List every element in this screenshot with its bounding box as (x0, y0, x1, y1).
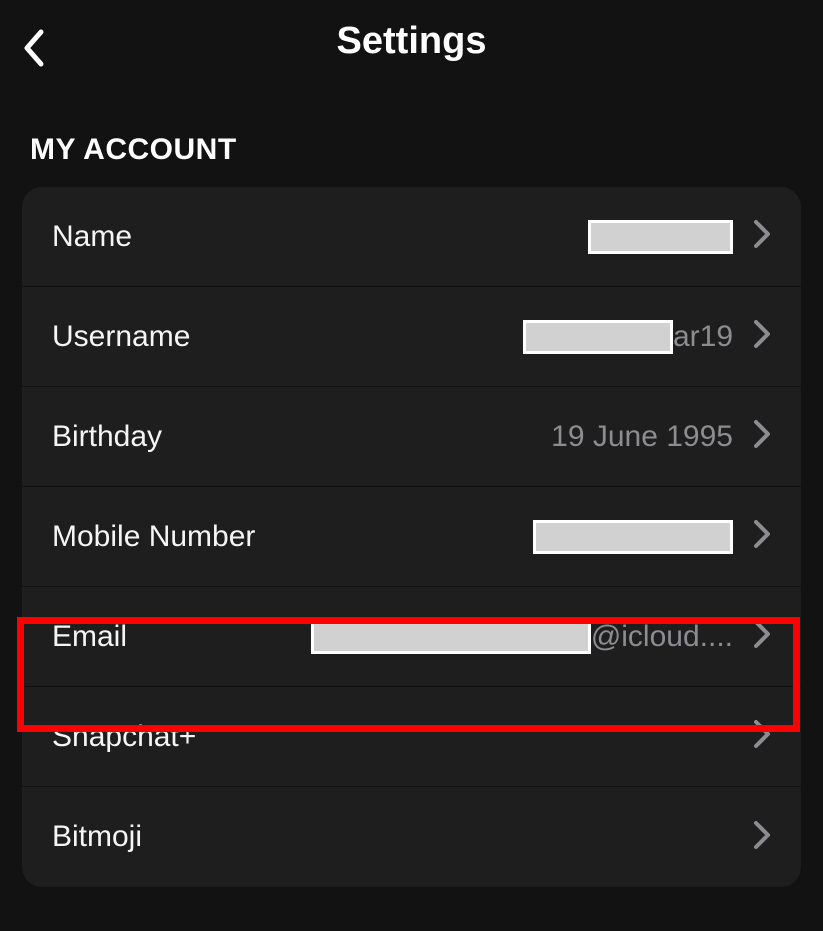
row-email[interactable]: Email @icloud.... (22, 587, 801, 687)
value-suffix: ar19 (673, 320, 733, 354)
page-title: Settings (20, 20, 803, 63)
chevron-right-icon (753, 820, 771, 855)
value-suffix: @icloud.... (591, 620, 733, 654)
redacted-block (533, 520, 733, 554)
row-label: Birthday (52, 420, 162, 454)
settings-list: Name Username ar19 Birthday 19 June 1995 (22, 187, 801, 887)
chevron-right-icon (753, 219, 771, 254)
section-title-my-account: MY ACCOUNT (0, 103, 823, 187)
chevron-right-icon (753, 519, 771, 554)
row-snapchat-plus[interactable]: Snapchat+ (22, 687, 801, 787)
redacted-block (588, 220, 733, 254)
chevron-right-icon (753, 419, 771, 454)
row-label: Email (52, 620, 127, 654)
chevron-right-icon (753, 319, 771, 354)
row-birthday[interactable]: Birthday 19 June 1995 (22, 387, 801, 487)
row-label: Name (52, 220, 132, 254)
row-bitmoji[interactable]: Bitmoji (22, 787, 801, 887)
row-value-birthday: 19 June 1995 (162, 420, 753, 454)
row-value-mobile (255, 520, 753, 554)
row-label: Mobile Number (52, 520, 255, 554)
value-text: 19 June 1995 (551, 420, 733, 454)
chevron-right-icon (753, 719, 771, 754)
row-label: Snapchat+ (52, 720, 196, 754)
redacted-block (523, 320, 673, 354)
row-value-username: ar19 (190, 320, 753, 354)
chevron-left-icon (20, 28, 46, 68)
row-label: Username (52, 320, 190, 354)
chevron-right-icon (753, 619, 771, 654)
row-username[interactable]: Username ar19 (22, 287, 801, 387)
header: Settings (0, 0, 823, 103)
back-button[interactable] (20, 28, 46, 73)
row-value-email: @icloud.... (127, 620, 753, 654)
row-value-name (132, 220, 753, 254)
row-mobile-number[interactable]: Mobile Number (22, 487, 801, 587)
row-name[interactable]: Name (22, 187, 801, 287)
row-label: Bitmoji (52, 820, 142, 854)
redacted-block (311, 620, 591, 654)
